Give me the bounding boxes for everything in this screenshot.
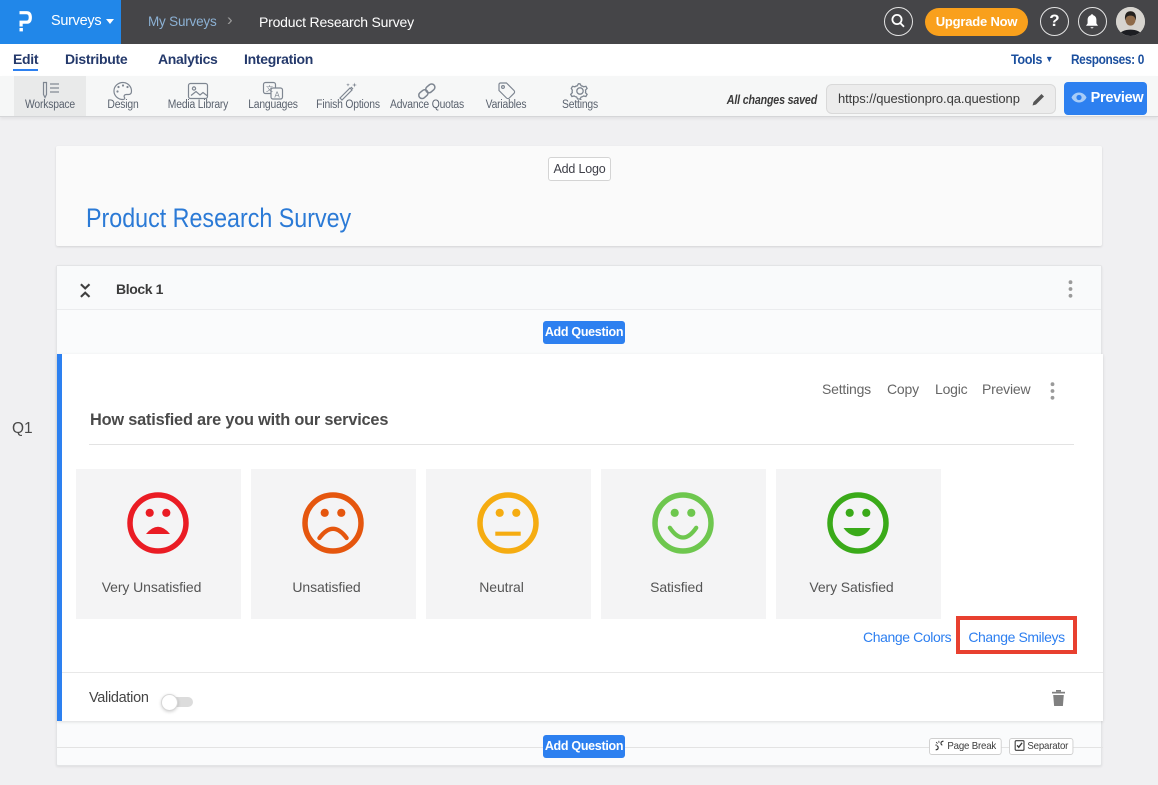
svg-text:文: 文 (266, 84, 273, 93)
